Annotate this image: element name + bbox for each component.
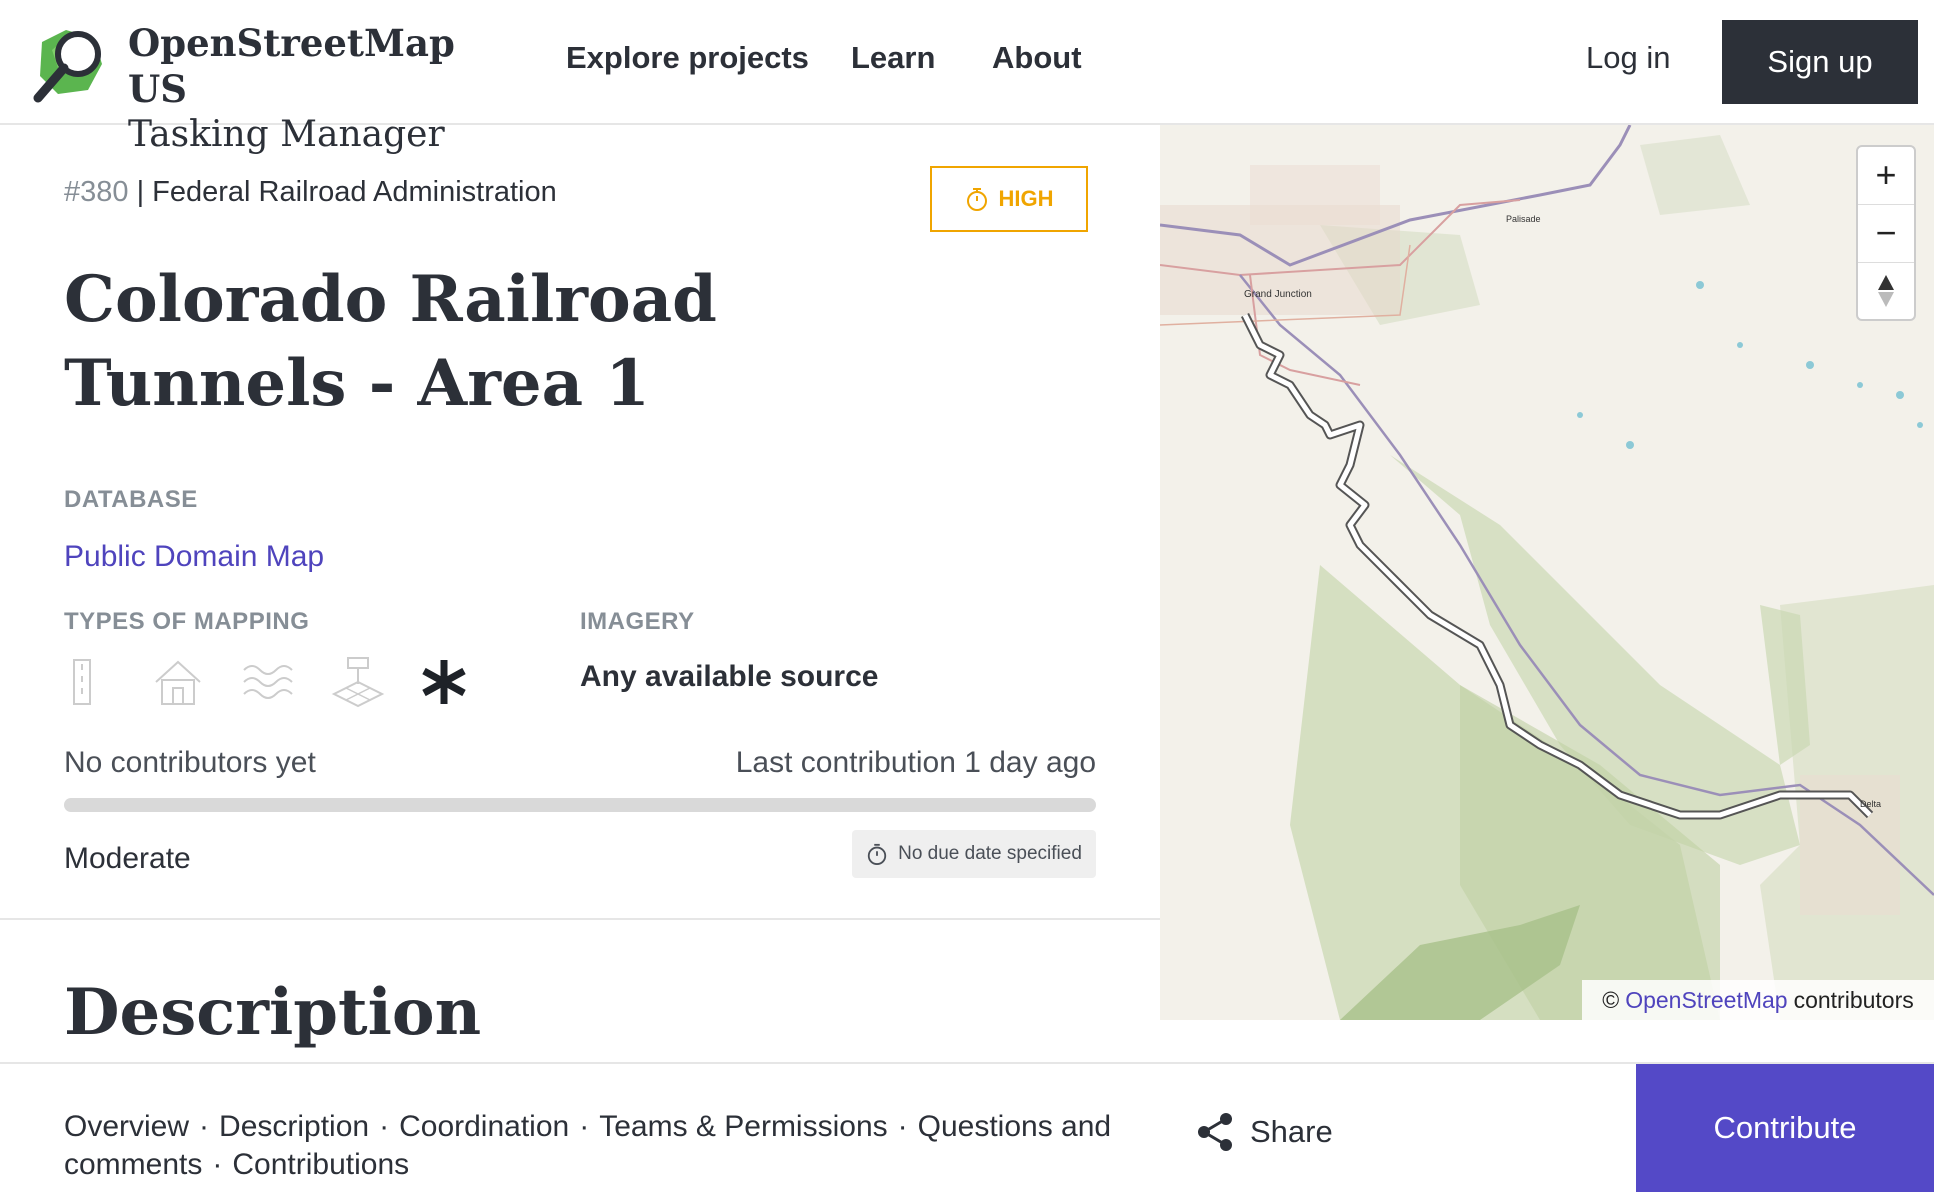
section-link-overview[interactable]: Overview	[64, 1110, 189, 1143]
other-asterisk-icon	[422, 660, 466, 704]
map-canvas: Grand Junction Palisade Delta	[1160, 125, 1934, 1020]
priority-label: HIGH	[998, 186, 1054, 211]
map-label-delta: Delta	[1860, 799, 1881, 809]
separator-dot: ·	[379, 1110, 390, 1143]
logo-title: OpenStreetMap US	[128, 21, 455, 111]
attribution-suffix: contributors	[1793, 986, 1914, 1013]
section-link-contributions[interactable]: Contributions	[232, 1148, 409, 1181]
buildings-icon	[155, 660, 201, 705]
project-id: #380	[64, 176, 129, 208]
section-nav: Overview · Description · Coordination · Teams …	[64, 1108, 1174, 1184]
map-zoom-controls: + −	[1856, 145, 1916, 321]
project-title: Colorado Railroad Tunnels - Area 1	[64, 262, 717, 421]
top-header: OpenStreetMap US Tasking Manager Explore…	[0, 0, 1934, 155]
section-divider	[0, 918, 1160, 920]
waterways-icon	[243, 665, 293, 699]
stopwatch-icon	[966, 188, 987, 211]
map-attribution: © OpenStreetMap contributors	[1582, 980, 1934, 1020]
breadcrumb: #380 | Federal Railroad Administration	[64, 176, 557, 209]
map-label-palisade: Palisade	[1506, 214, 1541, 224]
logo-link[interactable]: OpenStreetMap US Tasking Manager	[32, 20, 472, 155]
osm-magnifier-logo-icon	[33, 30, 102, 103]
share-icon	[1198, 1113, 1232, 1151]
mapping-types-label: TYPES OF MAPPING	[64, 608, 310, 635]
signup-button[interactable]: Sign up	[1722, 20, 1918, 104]
logo-subtitle: Tasking Manager	[128, 114, 445, 155]
mapping-types-icons	[64, 654, 484, 710]
project-map[interactable]: Grand Junction Palisade Delta	[1160, 125, 1934, 1020]
osm-attribution-link[interactable]: OpenStreetMap	[1625, 987, 1787, 1014]
separator-dot: ·	[212, 1148, 223, 1181]
nav-learn[interactable]: Learn	[851, 40, 935, 76]
logo-text: OpenStreetMap US Tasking Manager	[128, 20, 472, 158]
separator-dot: ·	[199, 1110, 210, 1143]
due-date-text: No due date specified	[898, 843, 1082, 864]
compass-icon	[1878, 275, 1894, 307]
contribute-button[interactable]: Contribute	[1636, 1064, 1934, 1192]
difficulty-level: Moderate	[64, 842, 191, 875]
nav-about[interactable]: About	[992, 40, 1082, 76]
zoom-in-button[interactable]: +	[1858, 147, 1914, 203]
section-link-description[interactable]: Description	[219, 1110, 369, 1143]
section-link-coordination[interactable]: Coordination	[399, 1110, 569, 1143]
separator-dot: ·	[579, 1110, 590, 1143]
progress-bar	[64, 798, 1096, 812]
last-contribution: Last contribution 1 day ago	[735, 746, 1096, 779]
due-date-badge: No due date specified	[852, 830, 1096, 878]
nav-explore-projects[interactable]: Explore projects	[566, 40, 809, 76]
share-button[interactable]: Share	[1196, 1110, 1333, 1154]
breadcrumb-separator: |	[128, 176, 153, 208]
database-label: DATABASE	[64, 486, 198, 513]
copyright-symbol: ©	[1602, 986, 1620, 1013]
map-label-grand-junction: Grand Junction	[1244, 289, 1312, 300]
separator-dot: ·	[897, 1110, 908, 1143]
description-heading: Description	[64, 975, 482, 1050]
zoom-out-button[interactable]: −	[1858, 205, 1914, 261]
imagery-value: Any available source	[580, 660, 879, 693]
contributors-count: No contributors yet	[64, 746, 316, 779]
clock-icon	[867, 843, 887, 865]
roads-icon	[73, 659, 91, 705]
share-label: Share	[1250, 1114, 1333, 1149]
section-link-teams-permissions[interactable]: Teams & Permissions	[599, 1110, 887, 1143]
database-link[interactable]: Public Domain Map	[64, 540, 324, 574]
land-use-icon	[331, 657, 385, 708]
organisation-name: Federal Railroad Administration	[152, 176, 557, 208]
compass-reset-button[interactable]	[1858, 263, 1914, 319]
login-link[interactable]: Log in	[1586, 40, 1670, 76]
priority-badge: HIGH	[930, 166, 1088, 232]
imagery-label: IMAGERY	[580, 608, 695, 635]
